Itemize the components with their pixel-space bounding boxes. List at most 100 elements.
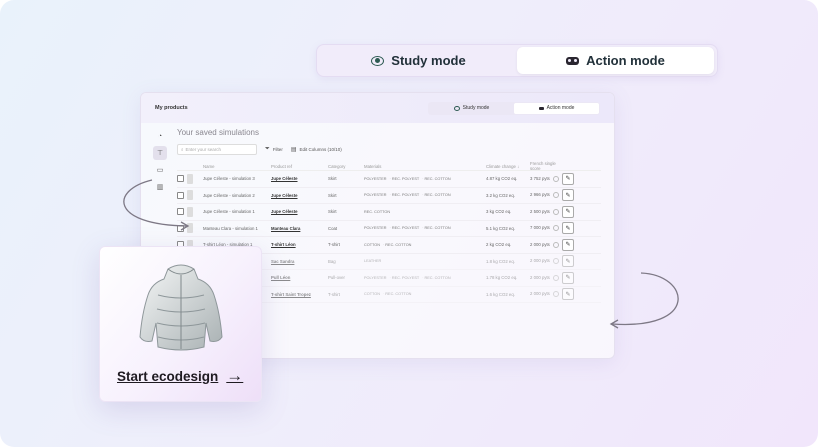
table-row[interactable]: Manteau Clara - simulation 1 Manteau Clar…	[177, 221, 601, 237]
material-tag: LEATHER	[364, 259, 382, 264]
column-header[interactable]: Category	[328, 164, 364, 169]
mini-study-label: Study mode	[462, 105, 490, 111]
start-ecodesign-link[interactable]: Start ecodesign →	[117, 366, 243, 386]
materials-cell: POLYESTERREC. POLYESTREC. COTTON	[364, 193, 486, 197]
edit-columns-button[interactable]: ▤ Edit Columns (10/10)	[291, 146, 342, 153]
material-tag: REC. COTTON	[383, 243, 411, 247]
study-mode-tab[interactable]: Study mode	[320, 47, 517, 74]
start-ecodesign-card[interactable]: Start ecodesign →	[99, 246, 262, 402]
mini-action-tab[interactable]: Action mode	[514, 102, 599, 114]
page-title: My products	[155, 105, 188, 111]
edit-button[interactable]: ✎	[562, 172, 574, 185]
search-placeholder: Enter your search	[185, 147, 222, 152]
category-cell: Skirt	[328, 176, 337, 182]
table-row[interactable]: Jupe Céleste - simulation 2 Jupe Céleste S…	[177, 188, 601, 204]
start-ecodesign-label: Start ecodesign	[117, 368, 219, 384]
column-header[interactable]: Name	[203, 164, 271, 169]
action-mode-label: Action mode	[586, 53, 665, 68]
toolbar: ⌕ Enter your search ⏷ Filter ▤ Edit Colu…	[177, 144, 342, 155]
score-cell: 7 000 pyts	[530, 225, 562, 232]
edit-button[interactable]: ✎	[562, 205, 574, 218]
columns-icon: ▤	[290, 147, 297, 153]
shirt-icon: ⊤	[156, 150, 164, 157]
edit-button[interactable]: ✎	[562, 288, 574, 301]
eye-icon	[371, 55, 385, 66]
climate-change-cell: 4.87 kg CO2 eq.	[486, 176, 518, 182]
category-cell: T-shirt	[328, 242, 340, 248]
edit-button[interactable]: ✎	[562, 222, 574, 235]
product-ref-link[interactable]: Sac Sandra	[271, 259, 328, 264]
pencil-icon: ✎	[565, 242, 571, 249]
info-icon	[552, 192, 559, 199]
climate-change-cell: 3.2 kg CO2 eq.	[486, 192, 515, 198]
action-mode-tab[interactable]: Action mode	[517, 47, 714, 74]
folder-icon: ▭	[156, 167, 164, 174]
pencil-icon: ✎	[565, 258, 571, 265]
product-ref-link[interactable]: Jupe Céleste	[271, 209, 328, 214]
mini-study-tab[interactable]: Study mode	[429, 103, 514, 114]
sidebar-item-dashboard[interactable]: ◔	[153, 129, 167, 143]
edit-button[interactable]: ✎	[562, 271, 574, 284]
sidebar-item-products[interactable]: ⊤	[153, 146, 167, 160]
materials-cell: LEATHER	[364, 259, 486, 263]
filter-label: Filter	[272, 147, 283, 152]
column-header[interactable]: French single score	[530, 161, 562, 171]
materials-cell: POLYESTERREC. POLYESTREC. COTTON	[364, 177, 486, 181]
score-cell: 2 000 pyts	[530, 258, 562, 265]
materials-cell: POLYESTERREC. POLYESTREC. COTTON	[364, 226, 486, 230]
filter-button[interactable]: ⏷ Filter	[265, 146, 283, 153]
mini-action-label: Action mode	[546, 105, 575, 111]
search-input[interactable]: ⌕ Enter your search	[177, 144, 257, 155]
app-header: My products Study mode Action mode	[141, 93, 614, 123]
edit-button[interactable]: ✎	[562, 189, 574, 202]
material-tag: REC. POLYEST	[390, 193, 419, 197]
table-header: Name Product ref Category Materials Clim…	[177, 161, 601, 171]
score-cell: 2 000 pyts	[530, 291, 562, 298]
pencil-icon: ✎	[565, 291, 571, 298]
product-ref-link[interactable]: Jupe Céleste	[271, 193, 328, 198]
sidebar-item-reports[interactable]: ▥	[153, 180, 167, 194]
climate-change-cell: 3 kg CO2 eq.	[486, 209, 512, 215]
search-icon: ⌕	[181, 147, 184, 152]
row-checkbox[interactable]	[177, 224, 184, 232]
material-tag: COTTON	[364, 292, 380, 297]
eye-icon	[453, 105, 460, 111]
column-header[interactable]: Climate change ↓	[486, 164, 530, 169]
product-ref-link[interactable]: Manteau Clara	[271, 226, 328, 231]
product-ref-link[interactable]: Pull Léon	[271, 275, 328, 280]
row-checkbox[interactable]	[177, 208, 184, 216]
materials-cell: REC. COTTON	[364, 210, 486, 214]
category-cell: Bag	[328, 258, 336, 264]
sidebar-item-folders[interactable]: ▭	[153, 163, 167, 177]
product-ref-link[interactable]: T-shirt Léon	[271, 242, 328, 247]
material-tag: REC. COTTON	[422, 276, 451, 280]
materials-cell: COTTONREC. COTTON	[364, 243, 486, 247]
info-icon	[552, 208, 559, 215]
puffer-jacket-icon	[139, 264, 223, 351]
mini-mode-switch: Study mode Action mode	[428, 101, 600, 115]
info-icon	[552, 175, 559, 182]
score-cell: 2 966 pyts	[530, 192, 562, 199]
material-tag: REC. COTTON	[422, 226, 451, 230]
row-checkbox[interactable]	[177, 191, 184, 199]
material-tag: COTTON	[364, 242, 380, 247]
edit-button[interactable]: ✎	[562, 255, 574, 268]
simulation-name: Manteau Clara - simulation 1	[203, 225, 258, 231]
row-checkbox[interactable]	[177, 175, 184, 183]
table-row[interactable]: Jupe Céleste - simulation 1 Jupe Céleste S…	[177, 204, 601, 221]
category-cell: Skirt	[328, 209, 337, 215]
score-cell: 2 000 pyts	[530, 274, 562, 281]
product-ref-link[interactable]: Jupe Céleste	[271, 176, 328, 181]
material-tag: REC. COTTON	[422, 177, 451, 181]
pencil-icon: ✎	[565, 176, 571, 183]
bar-chart-icon: ▥	[156, 184, 164, 191]
category-cell: T-shirt	[328, 291, 340, 297]
material-tag: POLYESTER	[364, 226, 387, 231]
arrow-right-icon: →	[226, 366, 244, 385]
score-cell: 3 752 pyts	[530, 175, 562, 182]
product-ref-link[interactable]: T-shirt Saint Tropez	[271, 292, 328, 297]
edit-button[interactable]: ✎	[562, 238, 574, 251]
table-row[interactable]: Jupe Céleste - simulation 3 Jupe Céleste S…	[177, 171, 601, 188]
column-header[interactable]: Materials	[364, 164, 486, 169]
column-header[interactable]: Product ref	[271, 164, 328, 169]
